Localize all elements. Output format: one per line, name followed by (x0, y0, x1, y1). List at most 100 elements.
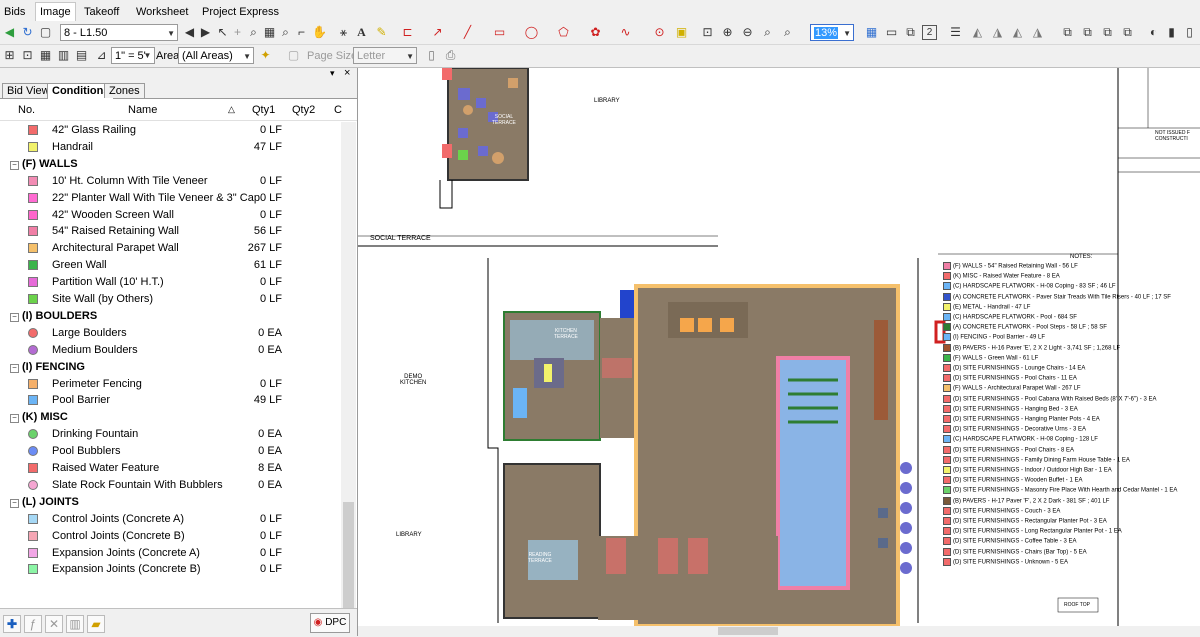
grid-view-icon[interactable]: ▦ (38, 48, 53, 63)
condition-row[interactable]: 8 EA Raised Water Feature (0, 460, 340, 477)
previous-page-icon[interactable]: ◀ (182, 25, 197, 40)
zoom-out-icon[interactable]: ⊖ (740, 25, 755, 40)
stamp-tool-icon[interactable]: ⊙ (652, 25, 667, 40)
condition-row[interactable]: 0 LF Control Joints (Concrete A) (0, 511, 340, 528)
collapse-toggle-icon[interactable]: − (10, 414, 19, 424)
refresh-icon[interactable]: ↻ (20, 25, 35, 40)
open-icon[interactable]: ▢ (38, 25, 53, 40)
condition-row[interactable]: 0 EA Large Boulders (0, 325, 340, 342)
text-tool-icon[interactable]: A (354, 25, 369, 40)
note-tool-icon[interactable]: ▣ (674, 25, 689, 40)
folder-icon[interactable]: ▰ (87, 615, 105, 633)
scrollbar-thumb[interactable] (718, 627, 778, 635)
rotate-right-icon[interactable]: ◭ (1010, 25, 1025, 40)
next-page-icon[interactable]: ▶ (198, 25, 213, 40)
condition-row[interactable]: 0 EA Slate Rock Fountain With Bubblers (0, 477, 340, 494)
zoom-width-icon[interactable]: ⌕ (760, 25, 775, 40)
select-all-icon[interactable]: ⊞ (2, 48, 17, 63)
close-icon[interactable]: × (344, 67, 350, 79)
area-select[interactable]: (All Areas) ▼ (178, 47, 254, 64)
condition-row[interactable]: 0 LF Expansion Joints (Concrete A) (0, 545, 340, 562)
magic-wand-icon[interactable]: ✦ (258, 48, 273, 63)
freehand-tool-icon[interactable]: ∿ (618, 25, 633, 40)
tab-worksheet[interactable]: Worksheet (132, 3, 192, 21)
tab-zones[interactable]: Zones (104, 83, 145, 98)
line-tool-icon[interactable]: ╱ (460, 25, 475, 40)
rectangle-tool-icon[interactable]: ▭ (492, 25, 507, 40)
condition-row[interactable]: 0 LF Partition Wall (10' H.T.) (0, 274, 340, 291)
tab-image[interactable]: Image (35, 2, 76, 21)
collapse-toggle-icon[interactable]: − (10, 160, 19, 170)
delete-condition-icon[interactable]: ✕ (45, 615, 63, 633)
tab-project-express[interactable]: Project Express (198, 3, 283, 21)
paste-icon[interactable]: ⧉ (1120, 25, 1135, 40)
zoom-select-icon[interactable]: ⌕ (278, 25, 293, 40)
column-qty1[interactable]: Qty1 (252, 104, 275, 116)
condition-group[interactable]: − (I) FENCING (0, 359, 340, 376)
condition-group[interactable]: − (I) BOULDERS (0, 308, 340, 325)
drawing-horizontal-scrollbar[interactable] (358, 626, 1200, 636)
pan-hand-icon[interactable]: ✋ (312, 25, 327, 40)
grid-icon[interactable]: ▦ (262, 25, 277, 40)
column-name[interactable]: Name (128, 104, 157, 116)
sort-ascending-icon[interactable]: △ (228, 104, 235, 115)
polygon-tool-icon[interactable]: ⬠ (556, 25, 571, 40)
condition-row[interactable]: 0 EA Pool Bubblers (0, 443, 340, 460)
collapse-toggle-icon[interactable]: − (10, 363, 19, 373)
edit-condition-icon[interactable]: ƒ (24, 615, 42, 633)
condition-row[interactable]: 0 EA Drinking Fountain (0, 426, 340, 443)
add-condition-icon[interactable]: ✚ (3, 615, 21, 633)
fit-window-icon[interactable]: ⊡ (20, 48, 35, 63)
chevron-down-icon[interactable]: ▼ (140, 48, 155, 63)
contrast-icon[interactable]: ◐ (1146, 25, 1161, 40)
column-no[interactable]: No. (18, 104, 35, 116)
lock-icon[interactable]: ▤ (74, 48, 89, 63)
condition-row[interactable]: 0 LF 42" Glass Railing (0, 122, 340, 139)
annotate-icon[interactable]: ⚹ (336, 25, 351, 40)
zoom-level-select[interactable]: 13% ▼ (810, 24, 854, 41)
pin-icon[interactable]: ▾ (330, 68, 335, 79)
condition-group[interactable]: − (K) MISC (0, 409, 340, 426)
tab-bids[interactable]: Bids (0, 3, 29, 21)
copy-condition-icon[interactable]: ▥ (66, 615, 84, 633)
scrollbar-thumb[interactable] (343, 502, 354, 612)
new-page-icon[interactable]: ▯ (424, 48, 439, 63)
condition-row[interactable]: 47 LF Handrail (0, 139, 340, 156)
condition-row[interactable]: 61 LF Green Wall (0, 257, 340, 274)
copy-icon[interactable]: ⧉ (1100, 25, 1115, 40)
tab-takeoff[interactable]: Takeoff (80, 3, 123, 21)
condition-row[interactable]: 0 LF 42" Wooden Screen Wall (0, 207, 340, 224)
scale-icon[interactable]: ⊿ (94, 48, 109, 63)
zoom-window-icon[interactable]: ⌕ (246, 25, 261, 40)
column-extra[interactable]: C (334, 104, 342, 116)
zoom-page-icon[interactable]: ⌕ (780, 25, 795, 40)
back-icon[interactable]: ◀ (2, 25, 17, 40)
crosshair-icon[interactable]: + (230, 25, 245, 40)
condition-row[interactable]: 0 EA Medium Boulders (0, 342, 340, 359)
condition-row[interactable]: 0 LF Expansion Joints (Concrete B) (0, 561, 340, 578)
select-arrow-icon[interactable]: ↖ (215, 25, 230, 40)
hide-icon[interactable]: ▥ (56, 48, 71, 63)
condition-row[interactable]: 0 LF Perimeter Fencing (0, 376, 340, 393)
cloud-tool-icon[interactable]: ✿ (588, 25, 603, 40)
condition-row[interactable]: 267 LF Architectural Parapet Wall (0, 240, 340, 257)
measure-icon[interactable]: ⌐ (294, 25, 309, 40)
column-qty2[interactable]: Qty2 (292, 104, 315, 116)
collapse-toggle-icon[interactable]: − (10, 312, 19, 322)
flip-icon[interactable]: ◮ (990, 25, 1005, 40)
rotate-left-icon[interactable]: ◭ (970, 25, 985, 40)
list-view-icon[interactable]: ☰ (948, 25, 963, 40)
highlighter-icon[interactable]: ✎ (374, 25, 389, 40)
layer-icon[interactable]: ⧉ (1060, 25, 1075, 40)
collapse-toggle-icon[interactable]: − (10, 498, 19, 508)
print-icon[interactable]: ⎙ (443, 48, 458, 63)
thumbnails-icon[interactable]: ▦ (864, 25, 879, 40)
condition-row[interactable]: 0 LF Control Joints (Concrete B) (0, 528, 340, 545)
condition-row[interactable]: 0 LF 10' Ht. Column With Tile Veneer (0, 173, 340, 190)
condition-row[interactable]: 56 LF 54" Raised Retaining Wall (0, 223, 340, 240)
zoom-in-icon[interactable]: ⊕ (720, 25, 735, 40)
link-icon[interactable]: ⧉ (1080, 25, 1095, 40)
arrow-tool-icon[interactable]: ↗ (430, 25, 445, 40)
settings-icon[interactable]: ▯ (1182, 25, 1197, 40)
conditions-scrollbar[interactable] (341, 122, 356, 622)
